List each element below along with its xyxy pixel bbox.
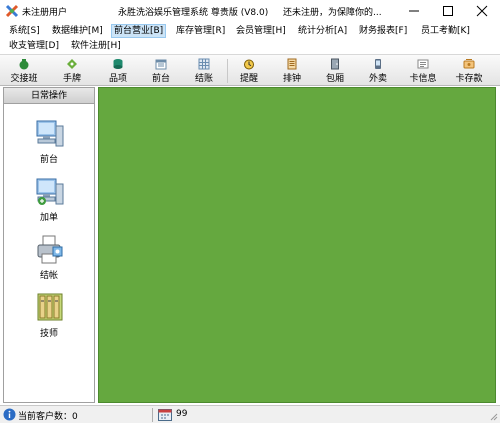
- panel-title: 日常操作: [4, 88, 94, 104]
- front-desk-icon: [155, 59, 167, 70]
- toolbar-reminder-button[interactable]: 提醒: [229, 57, 269, 85]
- money-bag-icon: [19, 59, 29, 70]
- printer-icon: [37, 235, 63, 264]
- maximize-button[interactable]: [432, 0, 464, 22]
- items-icon: [113, 59, 123, 69]
- computer-icon: [36, 120, 64, 147]
- minimize-button[interactable]: [398, 0, 430, 22]
- hand-tag-icon: [67, 59, 77, 69]
- takeout-icon: [375, 59, 381, 69]
- registration-notice: 还未注册，为保障你的...: [283, 8, 382, 18]
- daily-operations-panel: 日常操作 前台 加单 结帐 技师: [3, 87, 95, 403]
- menu-bar: 系统[S] 数据维护[M] 前台营业[B] 库存管理[R] 会员管理[H] 统计…: [0, 22, 500, 54]
- menu-finance[interactable]: 财务报表[F]: [357, 24, 409, 38]
- sidebar-item-label: 加单: [39, 213, 58, 223]
- main-workspace: [98, 87, 496, 403]
- title-bar: 未注册用户 永胜洗浴娱乐管理系统 尊贵版 (V8.0) 还未注册，为保障你的..…: [0, 0, 500, 22]
- menu-members[interactable]: 会员管理[H]: [234, 24, 288, 38]
- sidebar-item-checkout[interactable]: 结帐: [4, 234, 94, 284]
- toolbar-front-desk-button[interactable]: 前台: [141, 57, 181, 85]
- sidebar-item-add-order[interactable]: 加单: [4, 176, 94, 226]
- minimize-icon: [409, 10, 419, 12]
- checkout-icon: [198, 58, 210, 70]
- calendar-icon: [158, 409, 172, 421]
- toolbar-takeout-button[interactable]: 外卖: [358, 57, 398, 85]
- card-info-icon: [417, 59, 429, 69]
- reminder-icon: [244, 59, 254, 70]
- toolbar-card-info-button[interactable]: 卡信息: [401, 57, 445, 85]
- sidebar-item-technician[interactable]: 技师: [4, 292, 94, 342]
- resize-grip-icon[interactable]: [488, 411, 498, 421]
- current-user-label: 未注册用户: [22, 8, 68, 18]
- card-deposit-icon: [463, 59, 475, 69]
- computer-add-icon: [36, 178, 64, 205]
- sidebar-item-label: 结帐: [39, 271, 58, 281]
- menu-income-expense[interactable]: 收支管理[D]: [7, 39, 61, 53]
- menu-front-desk[interactable]: 前台营业[B]: [111, 24, 167, 38]
- toolbar-private-room-button[interactable]: 包厢: [315, 57, 355, 85]
- toolbar-checkout-button[interactable]: 结账: [184, 57, 224, 85]
- info-icon: [3, 408, 16, 421]
- toolbar-shift-handover-button[interactable]: 交接班: [2, 57, 46, 85]
- current-customers-count: 当前客户数：0: [18, 412, 78, 422]
- status-value: 99: [176, 409, 188, 419]
- menu-data-maintenance[interactable]: 数据维护[M]: [50, 24, 105, 38]
- toolbar-card-deposit-button[interactable]: 卡存款: [447, 57, 491, 85]
- app-logo-icon: [5, 4, 19, 18]
- menu-registration[interactable]: 软件注册[H]: [69, 39, 123, 53]
- close-icon: [476, 5, 488, 17]
- toolbar-items-button[interactable]: 品项: [98, 57, 138, 85]
- sidebar-item-label: 前台: [39, 155, 58, 165]
- sidebar-item-front-desk[interactable]: 前台: [4, 118, 94, 168]
- private-room-icon: [331, 58, 339, 70]
- menu-inventory[interactable]: 库存管理[R]: [174, 24, 227, 38]
- sidebar-item-label: 技师: [39, 329, 58, 339]
- technician-books-icon: [37, 293, 63, 321]
- schedule-icon: [287, 58, 297, 70]
- window-title: 永胜洗浴娱乐管理系统 尊贵版 (V8.0): [118, 8, 269, 18]
- toolbar-schedule-button[interactable]: 排钟: [272, 57, 312, 85]
- toolbar-hand-tag-button[interactable]: 手牌: [52, 57, 92, 85]
- menu-system[interactable]: 系统[S]: [7, 24, 42, 38]
- status-bar: 当前客户数：0 99: [0, 405, 500, 423]
- menu-attendance[interactable]: 员工考勤[K]: [419, 24, 472, 38]
- close-button[interactable]: [466, 0, 498, 22]
- menu-statistics[interactable]: 统计分析[A]: [296, 24, 349, 38]
- toolbar: 交接班 手牌 品项 前台 结账 提醒 排钟 包厢 外卖 卡信息 卡存款: [0, 54, 500, 86]
- maximize-icon: [443, 6, 453, 16]
